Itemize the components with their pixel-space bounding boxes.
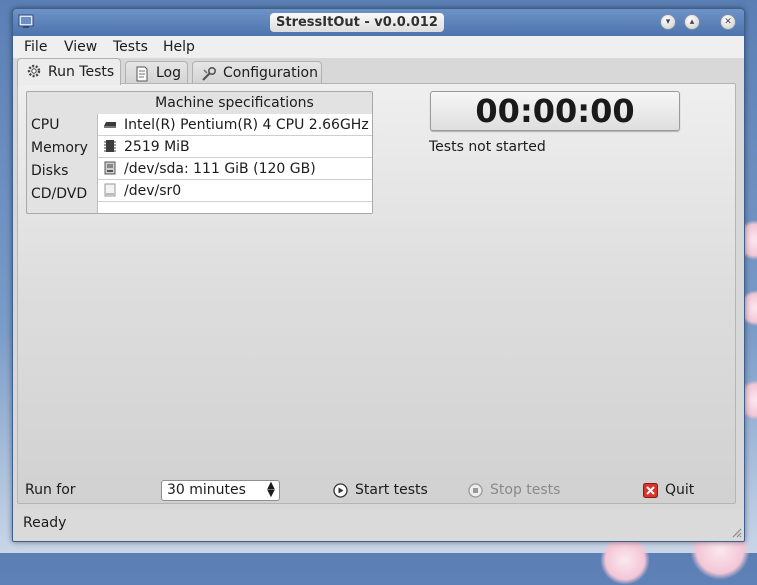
test-status-label: Tests not started: [429, 139, 546, 155]
close-button[interactable]: ✕: [720, 14, 736, 30]
spec-label-cddvd: CD/DVD: [31, 186, 88, 202]
cpu-icon: [104, 122, 116, 128]
tab-configuration[interactable]: Configuration: [192, 61, 322, 84]
menu-bar: File View Tests Help: [13, 36, 744, 58]
spec-label-cpu: CPU: [31, 117, 60, 133]
optical-drive-icon: [104, 183, 116, 197]
spec-value: 2519 MiB: [124, 139, 190, 155]
machine-specs-table: Machine specifications CPU Memory Disks …: [26, 91, 373, 214]
spec-row-disks[interactable]: /dev/sda: 111 GiB (120 GB): [98, 158, 372, 180]
document-icon: [136, 66, 148, 82]
start-tests-button[interactable]: Start tests: [333, 482, 428, 498]
status-text: Ready: [23, 515, 67, 531]
updown-arrows-icon: ▲ ▼: [267, 480, 275, 499]
tab-label: Run Tests: [48, 64, 115, 80]
tab-bar: Run Tests Log Configuration: [17, 58, 744, 85]
quit-button[interactable]: Quit: [643, 482, 694, 498]
elapsed-timer: 00:00:00: [430, 91, 680, 131]
menu-file[interactable]: File: [24, 38, 47, 56]
memory-chip-icon: [104, 140, 116, 152]
app-window: StressItOut - v0.0.012 ▾ ▴ ✕ File View T…: [12, 8, 745, 542]
resize-grip-icon[interactable]: [730, 526, 742, 538]
run-for-label: Run for: [25, 482, 76, 498]
spec-label-disks: Disks: [31, 163, 69, 179]
title-bar[interactable]: StressItOut - v0.0.012 ▾ ▴ ✕: [13, 9, 744, 36]
menu-tests[interactable]: Tests: [113, 38, 148, 56]
spec-row-cddvd[interactable]: /dev/sr0: [98, 180, 372, 202]
tab-label: Configuration: [223, 65, 318, 81]
run-tests-panel: Machine specifications CPU Memory Disks …: [17, 83, 736, 504]
spec-values: Intel(R) Pentium(R) 4 CPU 2.66GHz 2519 M…: [97, 114, 372, 213]
stop-icon: [468, 483, 483, 498]
spec-row-cpu[interactable]: Intel(R) Pentium(R) 4 CPU 2.66GHz: [98, 114, 372, 136]
spec-label-memory: Memory: [31, 140, 88, 156]
desktop-blossom: [600, 535, 650, 585]
wrench-icon: [202, 66, 217, 81]
tab-log[interactable]: Log: [125, 61, 188, 84]
quit-icon: [643, 483, 658, 498]
window-title: StressItOut - v0.0.012: [270, 13, 444, 32]
spec-value: Intel(R) Pentium(R) 4 CPU 2.66GHz: [124, 117, 369, 133]
tab-run-tests[interactable]: Run Tests: [17, 58, 121, 85]
menu-view[interactable]: View: [64, 38, 97, 56]
minimize-button[interactable]: ▾: [660, 14, 676, 30]
duration-select[interactable]: 30 minutes ▲ ▼: [161, 480, 280, 501]
spec-value: /dev/sda: 111 GiB (120 GB): [124, 161, 316, 177]
duration-selected-value: 30 minutes: [167, 482, 246, 498]
stop-tests-button[interactable]: Stop tests: [468, 482, 560, 498]
status-bar: Ready: [13, 509, 744, 540]
gear-icon: [27, 64, 41, 78]
hard-disk-icon: [104, 161, 116, 175]
spec-row-memory[interactable]: 2519 MiB: [98, 136, 372, 158]
tab-label: Log: [156, 65, 182, 81]
maximize-button[interactable]: ▴: [684, 14, 700, 30]
specs-header: Machine specifications: [155, 95, 314, 111]
app-icon[interactable]: [18, 14, 34, 29]
play-icon: [333, 483, 348, 498]
spec-value: /dev/sr0: [124, 183, 182, 199]
controls-bar: Run for 30 minutes ▲ ▼ Start tests Stop t…: [18, 479, 735, 501]
menu-help[interactable]: Help: [163, 38, 195, 56]
